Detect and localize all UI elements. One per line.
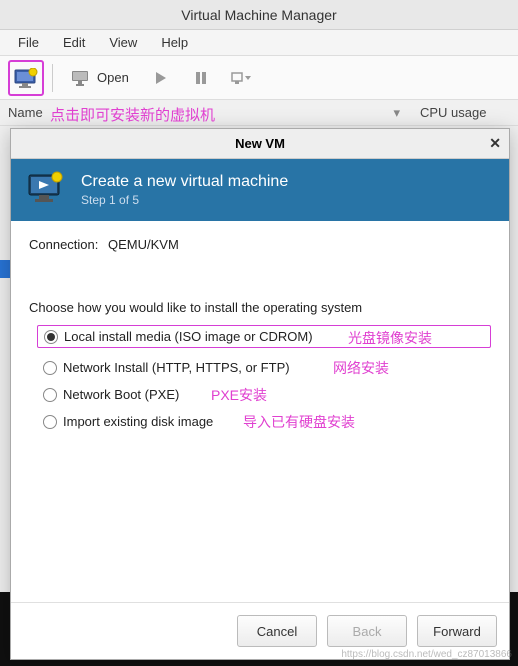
pause-button[interactable] (183, 60, 219, 96)
menubar: File Edit View Help (0, 30, 518, 56)
back-button[interactable]: Back (327, 615, 407, 647)
dialog-step-label: Step 1 of 5 (81, 193, 288, 207)
dialog-header: Create a new virtual machine Step 1 of 5 (11, 159, 509, 221)
window-titlebar: Virtual Machine Manager (0, 0, 518, 30)
new-vm-dialog: New VM ✕ Create a new virtual machine St… (10, 128, 510, 660)
menu-edit[interactable]: Edit (51, 32, 97, 53)
toolbar-separator (52, 64, 53, 92)
radio-network-install-label: Network Install (HTTP, HTTPS, or FTP) (63, 360, 290, 375)
annotation-opt1: 光盘镜像安装 (348, 328, 432, 348)
column-cpu[interactable]: CPU usage (420, 105, 510, 120)
open-button[interactable]: Open (61, 60, 139, 96)
radio-local-label: Local install media (ISO image or CDROM) (64, 329, 313, 344)
radio-icon (44, 330, 58, 344)
connection-label: Connection: (29, 237, 98, 252)
radio-import-disk[interactable]: Import existing disk image 导入已有硬盘安装 (43, 414, 491, 429)
radio-import-label: Import existing disk image (63, 414, 213, 429)
annotation-opt4: 导入已有硬盘安装 (243, 412, 355, 432)
toolbar: Open (0, 56, 518, 100)
connection-value: QEMU/KVM (108, 237, 179, 252)
dialog-title: New VM (235, 136, 285, 151)
monitor-new-icon (13, 68, 39, 88)
radio-network-install[interactable]: Network Install (HTTP, HTTPS, or FTP) 网络… (43, 360, 491, 375)
monitor-icon (71, 70, 91, 86)
menu-view[interactable]: View (97, 32, 149, 53)
radio-icon (43, 415, 57, 429)
annotation-opt3: PXE安装 (211, 385, 267, 405)
dialog-close-button[interactable]: ✕ (489, 135, 501, 152)
menu-help[interactable]: Help (149, 32, 200, 53)
menu-file[interactable]: File (6, 32, 51, 53)
annotation-opt2: 网络安装 (333, 358, 389, 378)
shutdown-button[interactable] (223, 60, 259, 96)
pause-icon (194, 71, 208, 85)
radio-icon (43, 388, 57, 402)
choose-install-label: Choose how you would like to install the… (29, 300, 491, 315)
play-icon (154, 71, 168, 85)
sort-indicator-icon: ▾ (393, 105, 400, 121)
radio-local-install[interactable]: Local install media (ISO image or CDROM)… (37, 325, 491, 348)
annotation-new-vm: 点击即可安装新的虚拟机 (50, 104, 215, 125)
forward-button[interactable]: Forward (417, 615, 497, 647)
cancel-button[interactable]: Cancel (237, 615, 317, 647)
radio-icon (43, 361, 57, 375)
radio-network-boot[interactable]: Network Boot (PXE) PXE安装 (43, 387, 491, 402)
dialog-body: Connection: QEMU/KVM Choose how you woul… (11, 221, 509, 602)
open-label: Open (97, 70, 129, 85)
watermark: https://blog.csdn.net/wed_cz87013866 (341, 649, 512, 660)
vm-wizard-icon (25, 169, 67, 211)
new-vm-button[interactable] (8, 60, 44, 96)
dialog-titlebar: New VM ✕ (11, 129, 509, 159)
chevron-down-icon (244, 74, 252, 82)
radio-network-boot-label: Network Boot (PXE) (63, 387, 179, 402)
dialog-header-title: Create a new virtual machine (81, 173, 288, 191)
play-button[interactable] (143, 60, 179, 96)
window-title: Virtual Machine Manager (181, 7, 336, 23)
